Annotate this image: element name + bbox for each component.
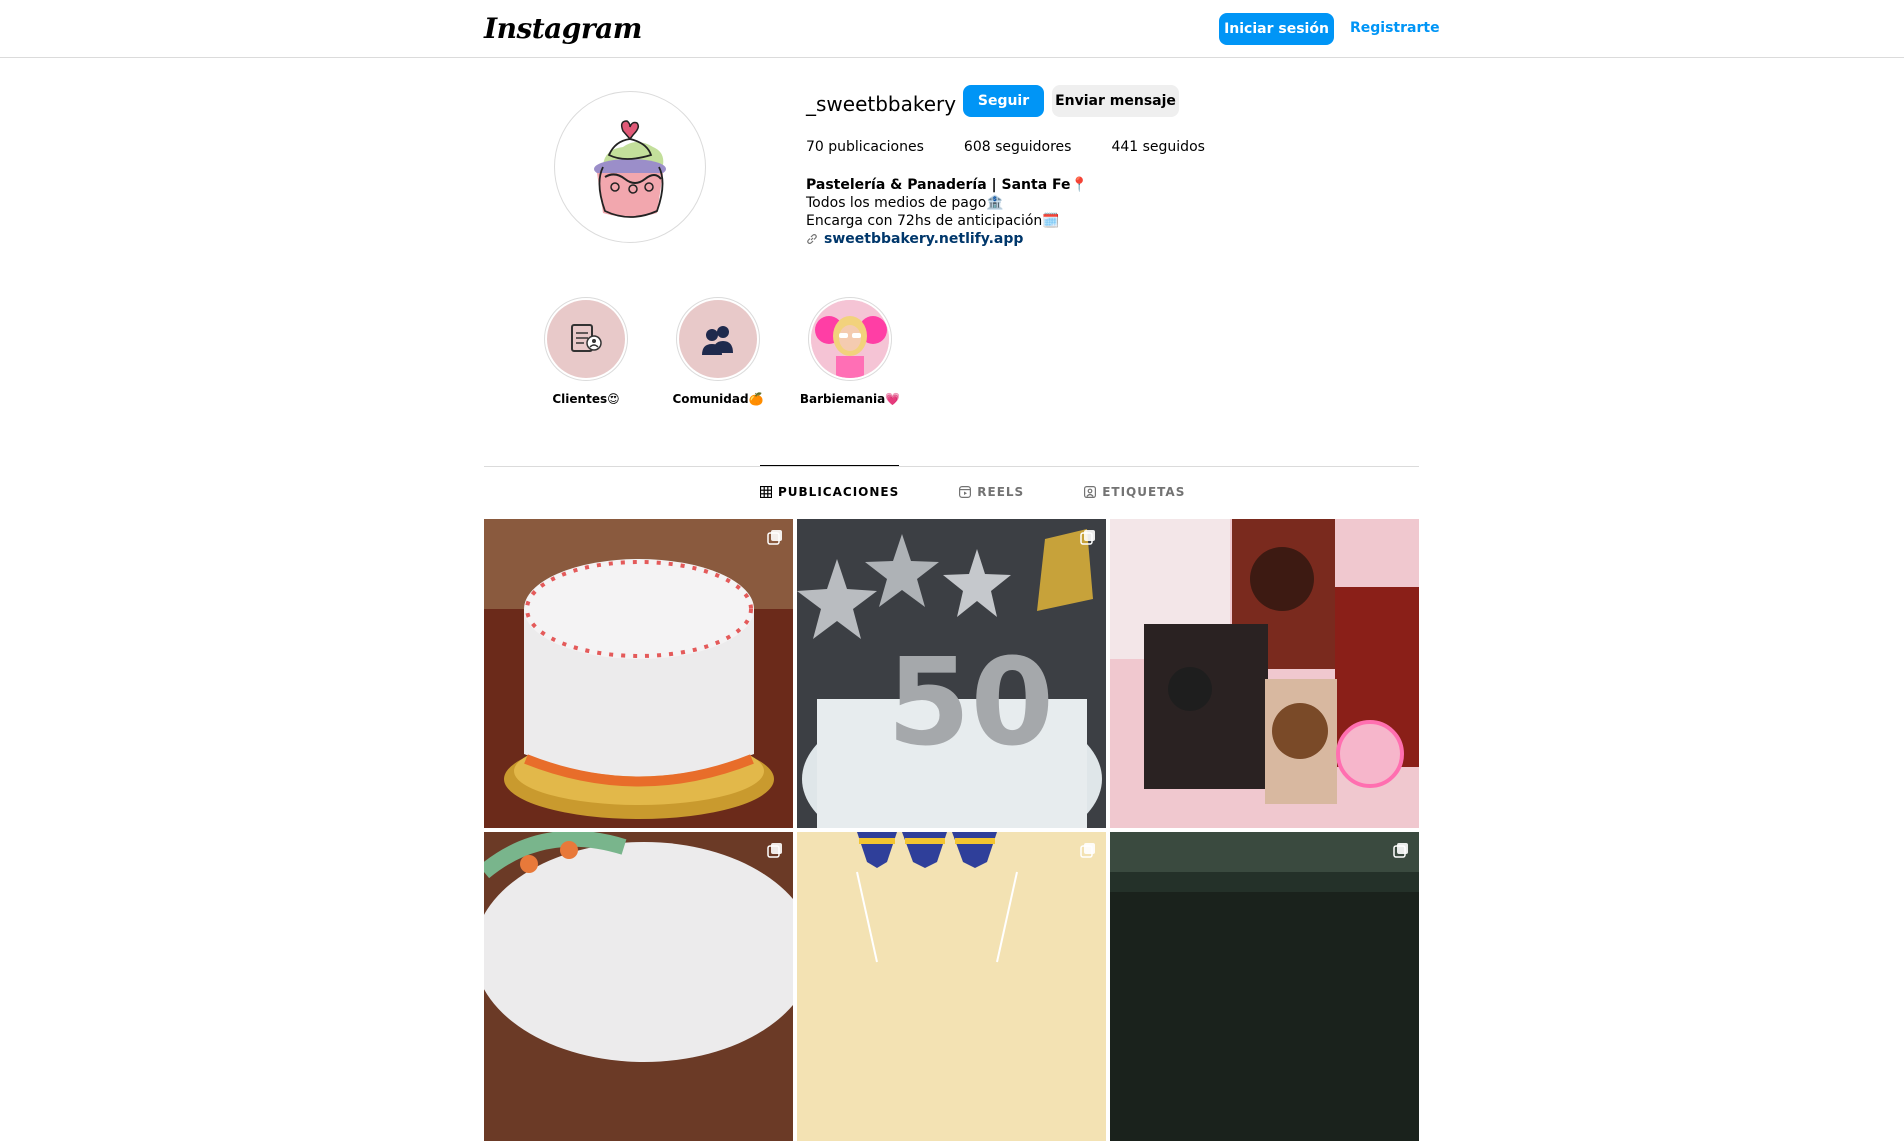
svg-text:50: 50 (887, 634, 1054, 773)
post-tile[interactable]: 50 (797, 519, 1106, 828)
profile-tabs: PUBLICACIONES REELS ETIQUETAS (760, 465, 1245, 518)
follow-button[interactable]: Seguir (963, 85, 1044, 117)
highlight-clientes[interactable]: Clientes😍 (520, 297, 652, 406)
profile-avatar (554, 91, 706, 243)
highlight-cover (811, 300, 889, 378)
send-message-button[interactable]: Enviar mensaje (1052, 85, 1179, 117)
highlight-comunidad[interactable]: Comunidad🍊 (652, 297, 784, 406)
highlight-label: Clientes😍 (552, 392, 620, 406)
highlight-label: Comunidad🍊 (672, 392, 764, 406)
following-count[interactable]: 441 seguidos (1111, 139, 1204, 155)
profile-username: _sweetbbakery (806, 92, 957, 116)
profile-bio: Pastelería & Panadería | Santa Fe📍 Todos… (806, 176, 1088, 248)
bio-line: Todos los medios de pago🏦 (806, 195, 1004, 211)
highlight-label: Barbiemania💗 (799, 392, 901, 406)
multiple-photos-icon (767, 843, 782, 858)
night-event-photo (1110, 832, 1419, 1141)
bio-line: Encarga con 72hs de anticipación🗓️ (806, 213, 1060, 229)
customer-review-icon (571, 324, 602, 352)
boca-cake-photo (797, 832, 1106, 1141)
white-cake-photo (484, 519, 793, 828)
tab-etiquetas[interactable]: ETIQUETAS (1084, 466, 1185, 518)
post-tile[interactable] (484, 832, 793, 1141)
link-icon (807, 234, 817, 244)
tab-publicaciones[interactable]: PUBLICACIONES (760, 465, 900, 517)
fifty-cake-photo: 50 (797, 519, 1106, 828)
bio-name: Pastelería & Panadería | Santa Fe📍 (806, 177, 1088, 193)
cupcake-logo-icon (594, 120, 666, 218)
tab-label: ETIQUETAS (1102, 485, 1186, 499)
highlight-ring[interactable] (808, 297, 892, 381)
bio-link-text[interactable]: sweetbbakery.netlify.app (824, 230, 1023, 248)
multiple-photos-icon (1393, 843, 1408, 858)
highlight-barbiemania[interactable]: Barbiemania💗 (784, 297, 916, 406)
highlight-ring[interactable] (544, 297, 628, 381)
profile-stats: 70 publicaciones 608 seguidores 441 segu… (806, 139, 1245, 155)
tagged-icon (1084, 486, 1097, 498)
post-tile[interactable] (484, 519, 793, 828)
followers-count[interactable]: 608 seguidores (964, 139, 1072, 155)
tab-label: REELS (977, 485, 1025, 499)
post-tile[interactable] (797, 832, 1106, 1141)
story-highlights: Clientes😍 Comunidad🍊 Barbiemania💗 (520, 297, 916, 406)
community-people-icon (702, 326, 733, 355)
reels-icon (959, 486, 972, 498)
posts-grid: 50 (484, 519, 1419, 1141)
tab-label: PUBLICACIONES (778, 484, 900, 499)
highlight-cover (547, 300, 625, 378)
post-tile[interactable] (1110, 519, 1419, 828)
multiple-photos-icon (767, 530, 782, 545)
highlight-ring[interactable] (676, 297, 760, 381)
instagram-logo[interactable]: Instagram (484, 12, 642, 45)
login-button[interactable]: Iniciar sesión (1219, 13, 1334, 45)
multiple-photos-icon (1080, 530, 1095, 545)
register-link[interactable]: Registrarte (1350, 20, 1440, 36)
multiple-photos-icon (1080, 843, 1095, 858)
barbie-photo-icon (811, 300, 889, 378)
post-tile[interactable] (1110, 832, 1419, 1141)
bio-website-link[interactable]: sweetbbakery.netlify.app (806, 230, 1088, 248)
top-navigation-bar: Instagram Iniciar sesión Registrarte (0, 0, 1904, 58)
posts-count: 70 publicaciones (806, 139, 924, 155)
grid-icon (760, 485, 772, 498)
green-frosting-cake-photo (484, 832, 793, 1141)
tab-reels[interactable]: REELS (959, 466, 1024, 518)
highlight-cover (679, 300, 757, 378)
collage-desserts-photo (1110, 519, 1419, 828)
